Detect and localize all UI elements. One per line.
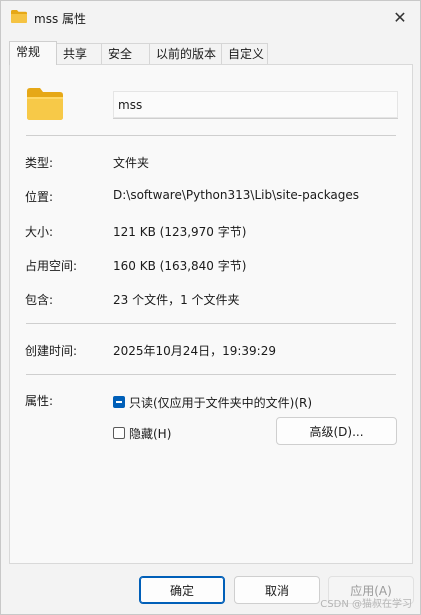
size-value: 121 KB (123,970 字节)	[113, 225, 247, 239]
title-bar[interactable]: mss 属性 ✕	[1, 1, 420, 35]
hidden-checkbox[interactable]	[113, 427, 125, 439]
readonly-label[interactable]: 只读(仅应用于文件夹中的文件)(R)	[129, 394, 312, 411]
general-panel: 类型: 文件夹 位置: D:\software\Python313\Lib\si…	[9, 64, 413, 564]
ok-button[interactable]: 确定	[139, 576, 225, 604]
watermark: CSDN @猫叔在学习	[320, 599, 412, 610]
tab-general[interactable]: 常规	[9, 41, 57, 65]
type-value: 文件夹	[113, 156, 150, 170]
divider	[26, 135, 396, 136]
attributes-label: 属性:	[25, 394, 54, 408]
created-label: 创建时间:	[25, 344, 78, 358]
hidden-label[interactable]: 隐藏(H)	[129, 425, 171, 442]
tab-customize[interactable]: 自定义	[221, 43, 268, 65]
location-value: D:\software\Python313\Lib\site-packages	[113, 188, 360, 202]
size-label: 大小:	[25, 225, 54, 239]
contains-label: 包含:	[25, 293, 54, 307]
readonly-checkbox[interactable]	[113, 396, 125, 408]
created-value: 2025年10月24日，19:39:29	[113, 344, 276, 358]
tab-sharing[interactable]: 共享	[56, 43, 102, 65]
cancel-button[interactable]: 取消	[234, 576, 320, 604]
divider	[26, 374, 396, 375]
divider	[26, 323, 396, 324]
location-label: 位置:	[25, 190, 54, 204]
type-label: 类型:	[25, 156, 54, 170]
properties-window: mss 属性 ✕ 常规 共享 安全 以前的版本 自定义 类型: 文件夹 位置: …	[0, 0, 421, 615]
folder-name-input[interactable]	[113, 91, 398, 119]
advanced-button[interactable]: 高级(D)...	[276, 417, 397, 445]
tab-previous-versions[interactable]: 以前的版本	[149, 43, 222, 65]
tab-security[interactable]: 安全	[101, 43, 150, 65]
contains-value: 23 个文件，1 个文件夹	[113, 293, 240, 307]
disk-size-value: 160 KB (163,840 字节)	[113, 259, 247, 273]
window-title: mss 属性	[34, 12, 87, 26]
disk-size-label: 占用空间:	[25, 259, 78, 273]
folder-icon	[11, 10, 27, 23]
close-icon: ✕	[393, 7, 407, 27]
tab-bar: 常规 共享 安全 以前的版本 自定义	[9, 41, 268, 65]
close-button[interactable]: ✕	[386, 4, 414, 30]
folder-icon	[27, 88, 63, 120]
